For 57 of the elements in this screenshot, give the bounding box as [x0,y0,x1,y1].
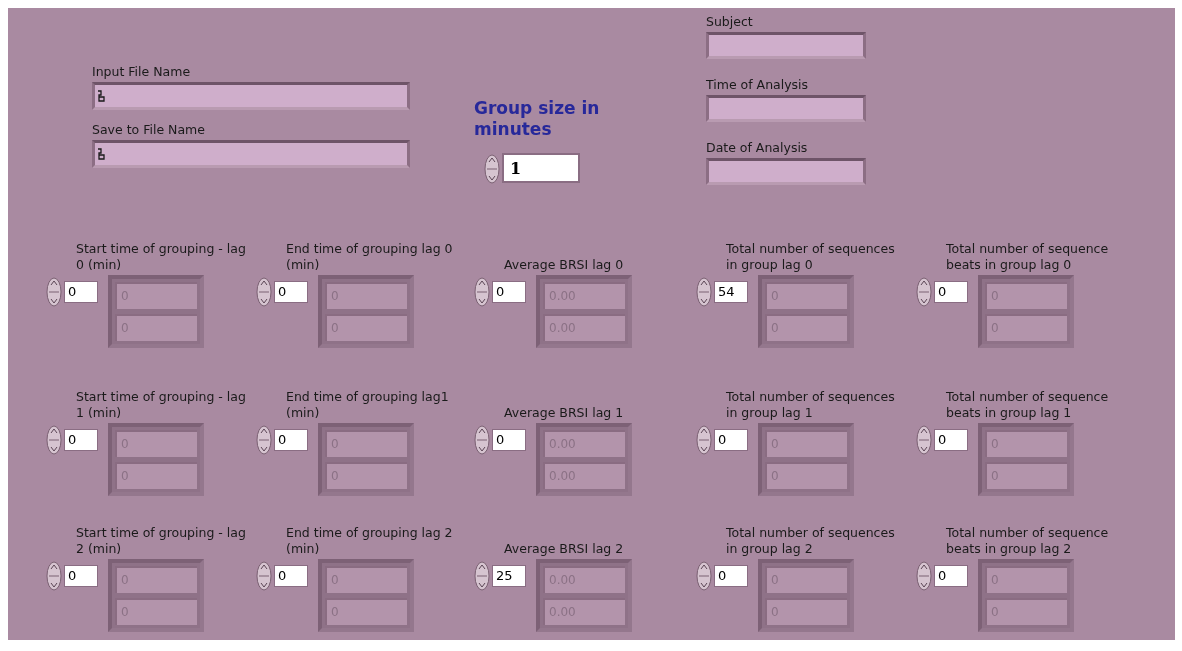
spinner-icon[interactable] [46,561,62,591]
index-input[interactable]: 0 [714,429,748,451]
spinner-icon[interactable] [474,425,490,455]
index-input[interactable]: 0 [492,281,526,303]
index-input[interactable]: 0 [64,429,98,451]
spinner-icon[interactable] [916,561,932,591]
field-label: Input File Name [92,64,192,79]
spinner-icon[interactable] [474,561,490,591]
spinner-icon[interactable] [916,425,932,455]
array-label: Total number of sequence beats in group lag 1 [946,389,1110,421]
index-input[interactable]: 0 [714,565,748,587]
index-input[interactable]: 0 [274,429,308,451]
array-label: Average BRSI lag 1 [504,405,625,421]
spinner-icon[interactable] [46,425,62,455]
array-label: Total number of sequences in group lag 2 [726,525,896,557]
index-input[interactable]: 0 [274,281,308,303]
array-label: Total number of sequence beats in group lag 2 [946,525,1110,557]
array-label: Average BRSI lag 2 [504,541,625,557]
index-input[interactable]: 0 [492,429,526,451]
field-label: Time of Analysis [706,77,810,92]
spinner-icon[interactable] [916,277,932,307]
array-label: Start time of grouping - lag 2 (min) [76,525,247,557]
array-label: Total number of sequence beats in group lag 0 [946,241,1110,273]
browse-icon[interactable] [97,90,105,102]
spinner-icon[interactable] [474,277,490,307]
index-input[interactable]: 0 [274,565,308,587]
spinner-icon[interactable] [484,154,500,184]
array-label: End time of grouping lag1 (min) [286,389,450,421]
field-label: Date of Analysis [706,140,809,155]
group-size-label: Group size in minutes [474,98,601,140]
spinner-icon[interactable] [256,561,272,591]
spinner-icon[interactable] [696,277,712,307]
group-size-input[interactable]: 1 [502,153,580,183]
index-input[interactable]: 0 [934,565,968,587]
index-input[interactable]: 0 [934,281,968,303]
browse-icon[interactable] [97,148,105,160]
array-label: Start time of grouping - lag 1 (min) [76,389,247,421]
spinner-icon[interactable] [696,425,712,455]
field-label: Subject [706,14,754,29]
spinner-icon[interactable] [256,425,272,455]
spinner-icon[interactable] [256,277,272,307]
array-label: Total number of sequences in group lag 1 [726,389,896,421]
index-input[interactable]: 54 [714,281,748,303]
field-label: Save to File Name [92,122,206,137]
index-input[interactable]: 25 [492,565,526,587]
array-label: Total number of sequences in group lag 0 [726,241,896,273]
path-field[interactable] [92,82,410,110]
array-label: End time of grouping lag 0 (min) [286,241,454,273]
index-input[interactable]: 0 [64,281,98,303]
array-label: Start time of grouping - lag 0 (min) [76,241,247,273]
spinner-icon[interactable] [696,561,712,591]
index-input[interactable]: 0 [934,429,968,451]
spinner-icon[interactable] [46,277,62,307]
path-field[interactable] [92,140,410,168]
index-input[interactable]: 0 [64,565,98,587]
array-label: Average BRSI lag 0 [504,257,625,273]
array-label: End time of grouping lag 2 (min) [286,525,454,557]
